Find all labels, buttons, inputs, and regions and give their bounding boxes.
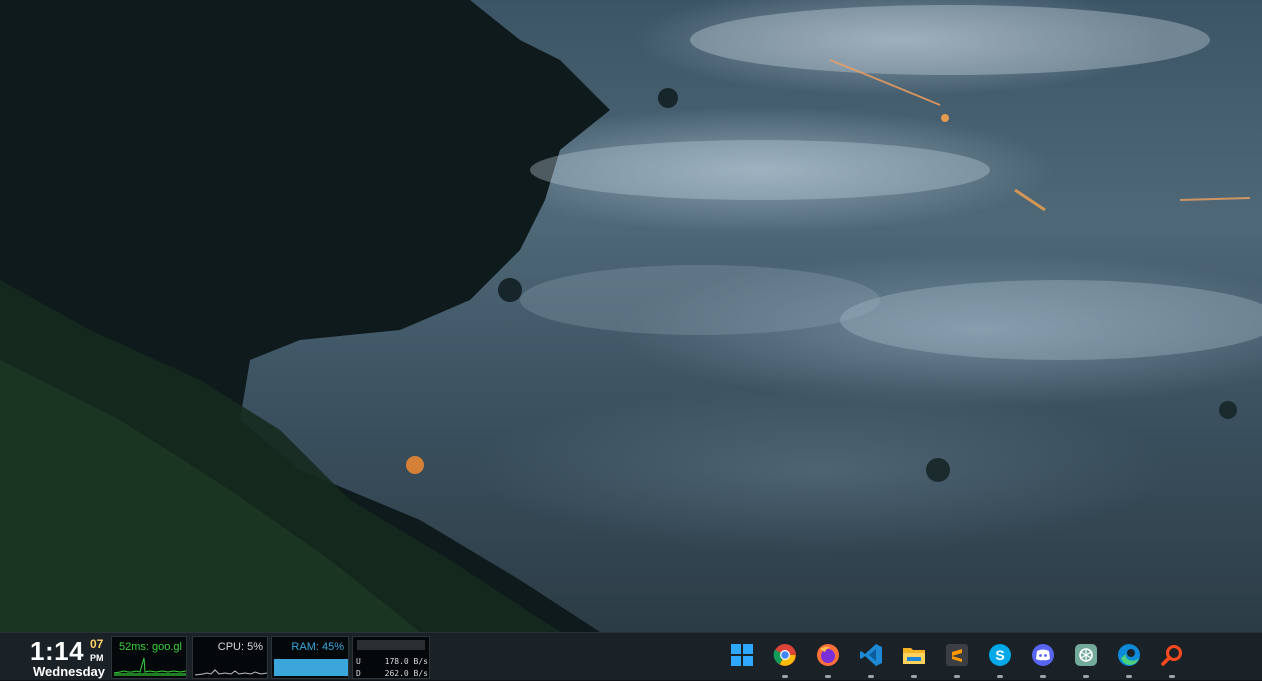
- running-indicator: [825, 675, 831, 678]
- clock-time: 1:14: [30, 636, 85, 666]
- ram-widget[interactable]: RAM: 45%: [271, 636, 349, 679]
- ram-label: RAM: 45%: [291, 641, 344, 653]
- running-indicator: [1040, 675, 1046, 678]
- taskbar-app-search[interactable]: [1152, 637, 1192, 681]
- clock-ampm: PM: [90, 653, 104, 663]
- taskbar-app-file-explorer[interactable]: [894, 637, 934, 681]
- ping-widget[interactable]: 52ms: goo.gl: [111, 636, 187, 679]
- taskbar-app-firefox[interactable]: [808, 637, 848, 681]
- ping-label: 52ms: goo.gl: [119, 641, 182, 653]
- start-button[interactable]: [722, 637, 762, 681]
- openai-icon: [1075, 644, 1097, 666]
- network-widget[interactable]: U 178.0 B/s D 262.0 B/s: [352, 636, 430, 679]
- ping-graph: [114, 657, 186, 676]
- taskbar-app-edge[interactable]: [1109, 637, 1149, 681]
- taskbar-app-discord[interactable]: [1023, 637, 1063, 681]
- download-label: D: [356, 669, 361, 678]
- taskbar: 1:14 07 PM Wednesday 52ms: goo.gl CPU: 5…: [0, 632, 1262, 680]
- running-indicator: [954, 675, 960, 678]
- edge-icon: [1118, 644, 1140, 666]
- svg-text:S: S: [995, 647, 1004, 663]
- firefox-icon: [817, 644, 839, 666]
- cpu-label: CPU: 5%: [217, 641, 263, 653]
- taskbar-app-vscode[interactable]: [851, 637, 891, 681]
- network-graph-placeholder: [357, 640, 425, 650]
- download-value: 262.0 B/s: [384, 669, 428, 678]
- taskbar-app-chrome[interactable]: [765, 637, 805, 681]
- clock-day: Wednesday: [33, 664, 106, 679]
- taskbar-clock[interactable]: 1:14 07 PM Wednesday: [0, 633, 110, 681]
- chrome-icon: [773, 644, 796, 666]
- search-icon: [1161, 645, 1182, 666]
- running-indicator: [1083, 675, 1089, 678]
- running-indicator: [1126, 675, 1132, 678]
- upload-label: U: [356, 657, 361, 666]
- taskbar-app-chatgpt[interactable]: [1066, 637, 1106, 681]
- running-indicator: [782, 675, 788, 678]
- running-indicator: [997, 675, 1003, 678]
- skype-icon: S: [989, 644, 1011, 666]
- clock-seconds: 07: [90, 637, 104, 651]
- vscode-icon: [860, 644, 882, 666]
- running-indicator: [1169, 675, 1175, 678]
- upload-value: 178.0 B/s: [384, 657, 428, 666]
- folder-icon: [903, 648, 925, 664]
- wallpaper-landscape: [0, 0, 1262, 632]
- ram-usage-bar: [274, 659, 348, 676]
- running-indicator: [868, 675, 874, 678]
- taskbar-app-sublime-text[interactable]: [937, 637, 977, 681]
- desktop-wallpaper: [0, 0, 1262, 632]
- running-indicator: [911, 675, 917, 678]
- sublime-icon: [946, 644, 968, 666]
- cpu-widget[interactable]: CPU: 5%: [192, 636, 268, 679]
- windows-icon: [731, 644, 753, 666]
- taskbar-app-skype[interactable]: S: [980, 637, 1020, 681]
- cpu-graph: [195, 669, 267, 676]
- discord-icon: [1032, 644, 1054, 666]
